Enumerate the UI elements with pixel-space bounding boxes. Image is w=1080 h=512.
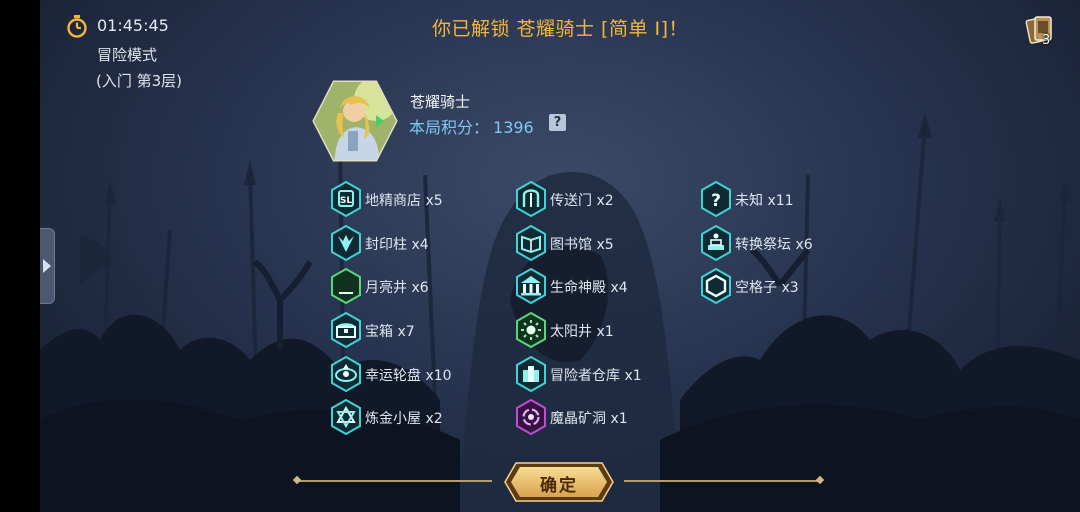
room-label: 魔晶矿洞 x1 (550, 411, 628, 427)
game-mode-label: 冒险模式 (97, 46, 158, 64)
room-label: 传送门 x2 (550, 193, 614, 209)
room-label: 太阳井 x1 (550, 324, 614, 340)
chest-icon (331, 312, 361, 348)
divider-ornament (815, 475, 825, 485)
confirm-label: 确定 (540, 476, 578, 496)
card-count: 3 (1042, 33, 1051, 48)
room-label: 转换祭坛 x6 (735, 237, 813, 253)
floor-label: (入门 第3层) (96, 72, 183, 90)
score-help-button[interactable]: ? (549, 114, 566, 131)
room-label: 月亮井 x6 (365, 280, 429, 296)
library-icon (516, 225, 546, 261)
knight-portrait-icon (312, 80, 398, 162)
game-screen: 01:45:45 冒险模式 (入门 第3层) 你已解锁 苍耀骑士 [简单 I]！… (40, 0, 1080, 512)
unknown-icon: ? (701, 181, 731, 217)
room-label: 地精商店 x5 (365, 193, 443, 209)
room-label: 炼金小屋 x2 (365, 411, 443, 427)
warehouse-icon (516, 356, 546, 392)
score-label: 本局积分： (409, 118, 490, 137)
side-drawer-tab[interactable] (40, 228, 55, 304)
lucky-wheel-icon (331, 356, 361, 392)
room-label: 宝箱 x7 (365, 324, 415, 340)
unlock-headline: 你已解锁 苍耀骑士 [简单 I]！ (431, 18, 689, 40)
room-label: 未知 x11 (735, 193, 794, 209)
alchemy-icon (331, 399, 361, 435)
battlefield-background (40, 112, 1080, 512)
svg-text:?: ? (711, 191, 721, 211)
confirm-button[interactable]: 确定 (504, 462, 614, 502)
moon-well-icon (331, 268, 361, 304)
score-value: 1396 (493, 118, 534, 137)
room-label: 封印柱 x4 (365, 237, 429, 253)
hero-name: 苍耀骑士 (410, 93, 471, 111)
empty-cell-icon (701, 268, 731, 304)
hero-portrait[interactable] (312, 79, 398, 163)
card-deck-button[interactable]: 3 (1025, 14, 1059, 48)
room-label: 图书馆 x5 (550, 237, 614, 253)
crystal-mine-icon (516, 399, 546, 435)
portal-icon (516, 181, 546, 217)
sun-well-icon (516, 312, 546, 348)
life-temple-icon (516, 268, 546, 304)
seal-pillar-icon (331, 225, 361, 261)
confirm-row: 确定 (292, 462, 825, 502)
run-score: 本局积分： 1396 (409, 114, 534, 138)
room-label: 生命神殿 x4 (550, 280, 628, 296)
room-label: 空格子 x3 (735, 280, 799, 296)
divider-right (624, 480, 820, 482)
divider-left (296, 480, 492, 482)
room-label: 冒险者仓库 x1 (550, 368, 642, 384)
room-label: 幸运轮盘 x10 (365, 368, 452, 384)
goblin-shop-icon: SL (331, 181, 361, 217)
altar-icon (701, 225, 731, 261)
svg-text:SL: SL (340, 196, 352, 206)
